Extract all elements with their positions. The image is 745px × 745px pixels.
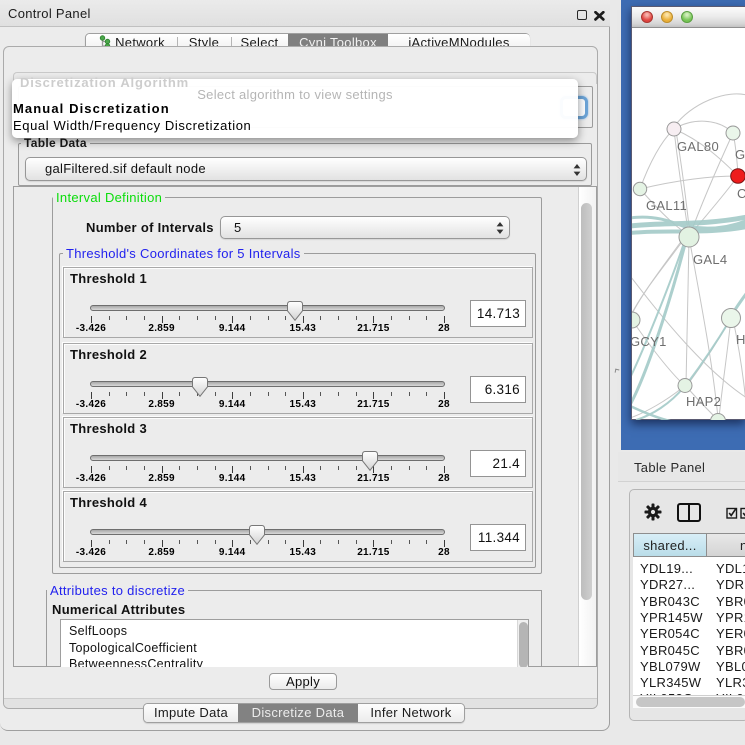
svg-text:H: H: [736, 332, 745, 347]
svg-text:HAP2: HAP2: [686, 394, 721, 409]
svg-text:GAL4: GAL4: [693, 252, 727, 267]
svg-text:GAL80: GAL80: [677, 139, 719, 154]
svg-text:GA: GA: [735, 147, 745, 162]
svg-text:GCY1: GCY1: [632, 334, 667, 349]
svg-text:C: C: [737, 186, 745, 201]
svg-text:GAL11: GAL11: [646, 198, 687, 213]
